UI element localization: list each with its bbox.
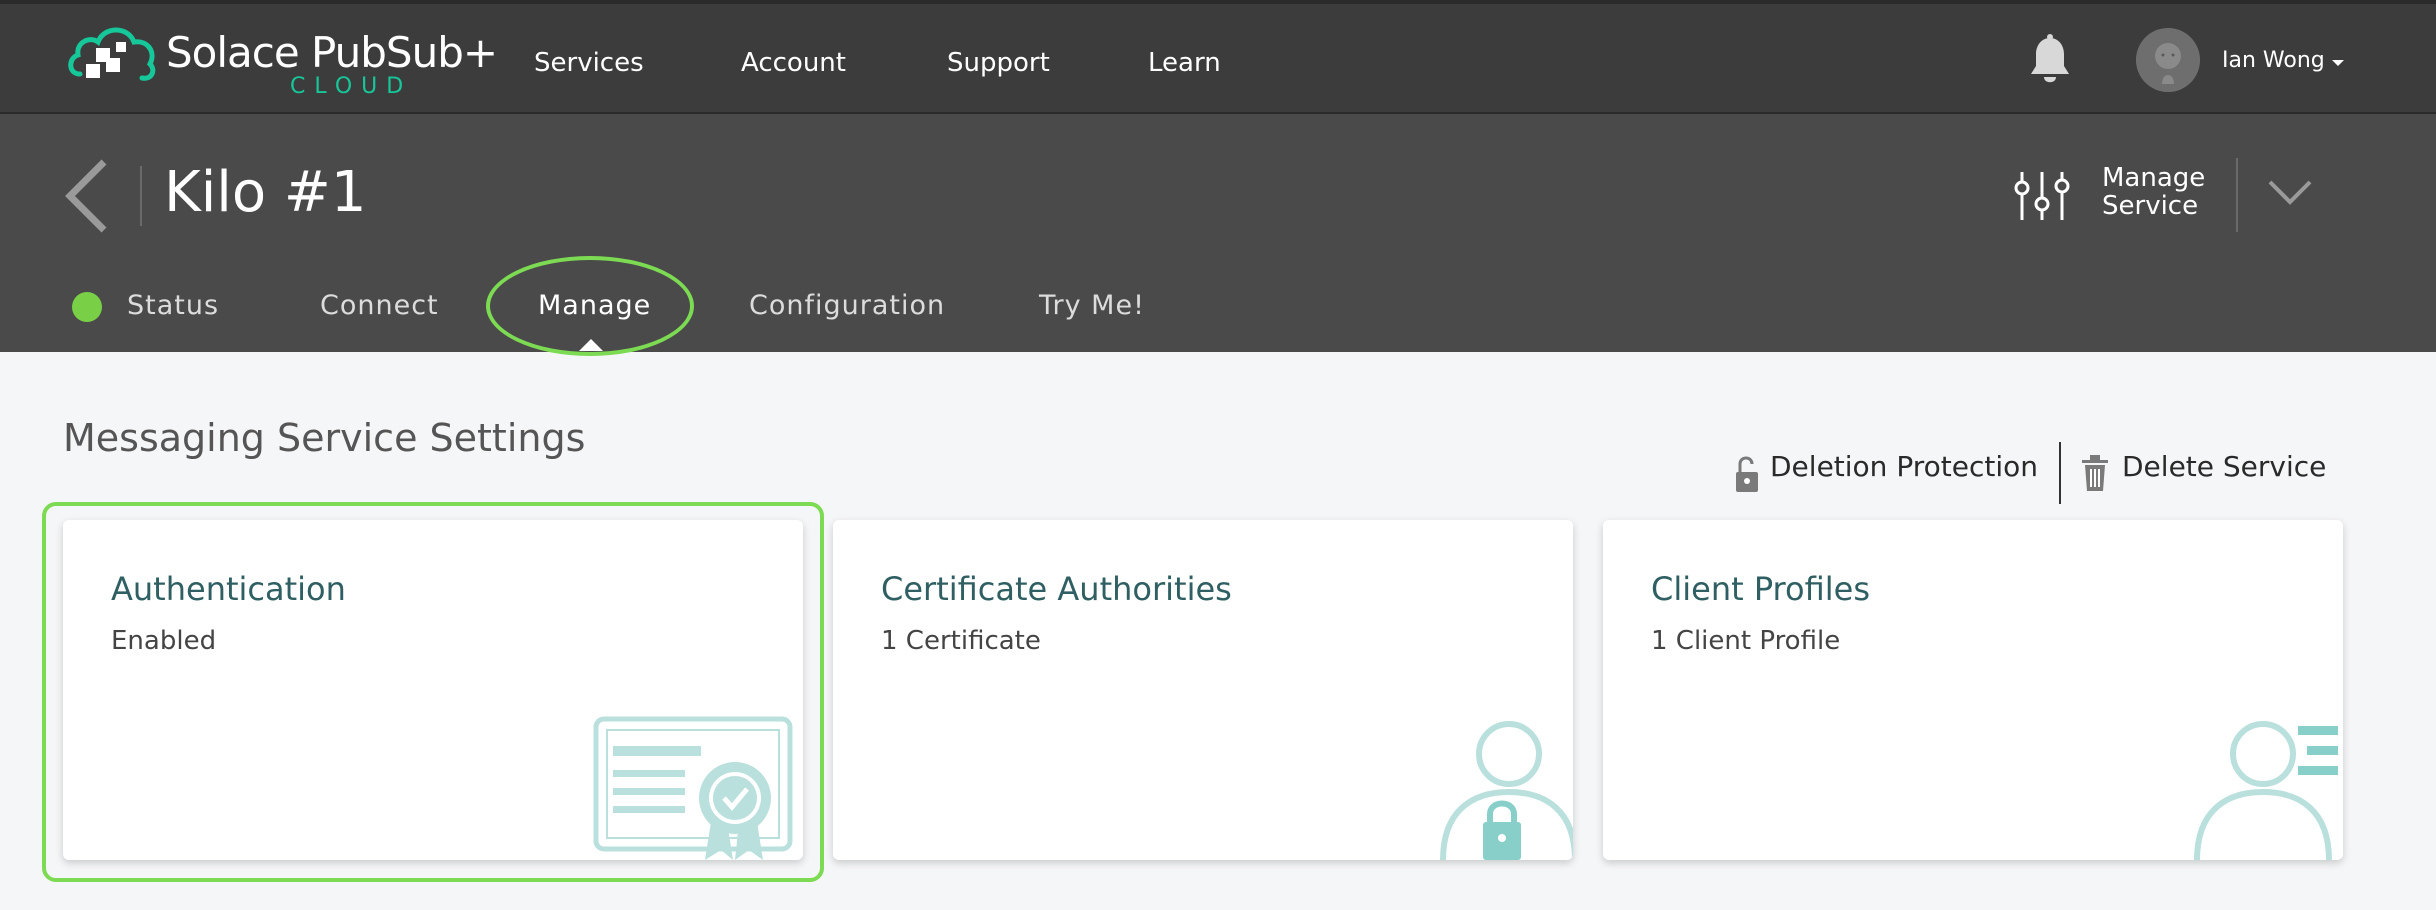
back-arrow-icon[interactable] bbox=[62, 158, 112, 234]
sliders-icon bbox=[2014, 172, 2070, 220]
user-lock-icon bbox=[1440, 721, 1573, 860]
user-menu-caret-icon[interactable] bbox=[2332, 60, 2344, 66]
manage-service-line1: Manage bbox=[2102, 163, 2206, 193]
certificate-icon bbox=[593, 716, 793, 860]
card-subtitle: 1 Certificate bbox=[881, 626, 1041, 656]
deletion-protection-label: Deletion Protection bbox=[1770, 450, 2038, 483]
user-name[interactable]: Ian Wong bbox=[2222, 48, 2325, 73]
client-profiles-card[interactable]: Client Profiles 1 Client Profile bbox=[1603, 520, 2343, 860]
card-subtitle: Enabled bbox=[111, 626, 217, 656]
trash-icon bbox=[2082, 455, 2108, 491]
user-face-icon bbox=[2136, 28, 2200, 92]
unlock-icon bbox=[1736, 456, 1758, 492]
manage-service-label: Manage Service bbox=[2102, 164, 2205, 220]
tab-configuration[interactable]: Configuration bbox=[749, 290, 945, 321]
service-title: Kilo #1 bbox=[164, 160, 367, 225]
manage-service-line2: Service bbox=[2102, 191, 2199, 221]
action-divider bbox=[2059, 442, 2061, 504]
certificate-authorities-card[interactable]: Certificate Authorities 1 Certificate bbox=[833, 520, 1573, 860]
authentication-card[interactable]: Authentication Enabled bbox=[63, 520, 803, 860]
brand-subtitle: CLOUD bbox=[290, 74, 413, 99]
delete-service-label: Delete Service bbox=[2122, 450, 2327, 483]
header-divider bbox=[140, 166, 142, 226]
nav-account[interactable]: Account bbox=[741, 48, 846, 78]
card-title: Authentication bbox=[111, 570, 346, 608]
nav-services[interactable]: Services bbox=[534, 48, 644, 78]
solace-logo[interactable]: Solace PubSub+ CLOUD bbox=[66, 22, 498, 102]
card-subtitle: 1 Client Profile bbox=[1651, 626, 1841, 656]
tab-try-me[interactable]: Try Me! bbox=[1039, 290, 1145, 321]
top-navigation-bar: Solace PubSub+ CLOUD Services Account Su… bbox=[0, 0, 2436, 114]
tab-manage[interactable]: Manage bbox=[538, 290, 651, 321]
nav-support[interactable]: Support bbox=[947, 48, 1050, 78]
chevron-down-icon[interactable] bbox=[2266, 174, 2314, 214]
card-title: Certificate Authorities bbox=[881, 570, 1232, 608]
section-title: Messaging Service Settings bbox=[63, 416, 586, 460]
bell-icon[interactable] bbox=[2028, 34, 2072, 86]
service-header: Kilo #1 Manage Service Status Connect Ma… bbox=[0, 114, 2436, 356]
avatar[interactable] bbox=[2136, 28, 2200, 92]
header-divider-right bbox=[2236, 158, 2238, 232]
brand-name: Solace PubSub+ bbox=[166, 28, 498, 77]
status-indicator-dot bbox=[72, 292, 102, 322]
cloud-logo-icon bbox=[68, 27, 156, 81]
tab-status[interactable]: Status bbox=[127, 290, 219, 321]
manage-service-button[interactable]: Manage Service bbox=[2014, 164, 2214, 230]
tab-connect[interactable]: Connect bbox=[320, 290, 439, 321]
card-title: Client Profiles bbox=[1651, 570, 1870, 608]
nav-learn[interactable]: Learn bbox=[1148, 48, 1221, 78]
selected-tab-pointer bbox=[579, 339, 603, 351]
user-list-icon bbox=[2194, 721, 2338, 860]
